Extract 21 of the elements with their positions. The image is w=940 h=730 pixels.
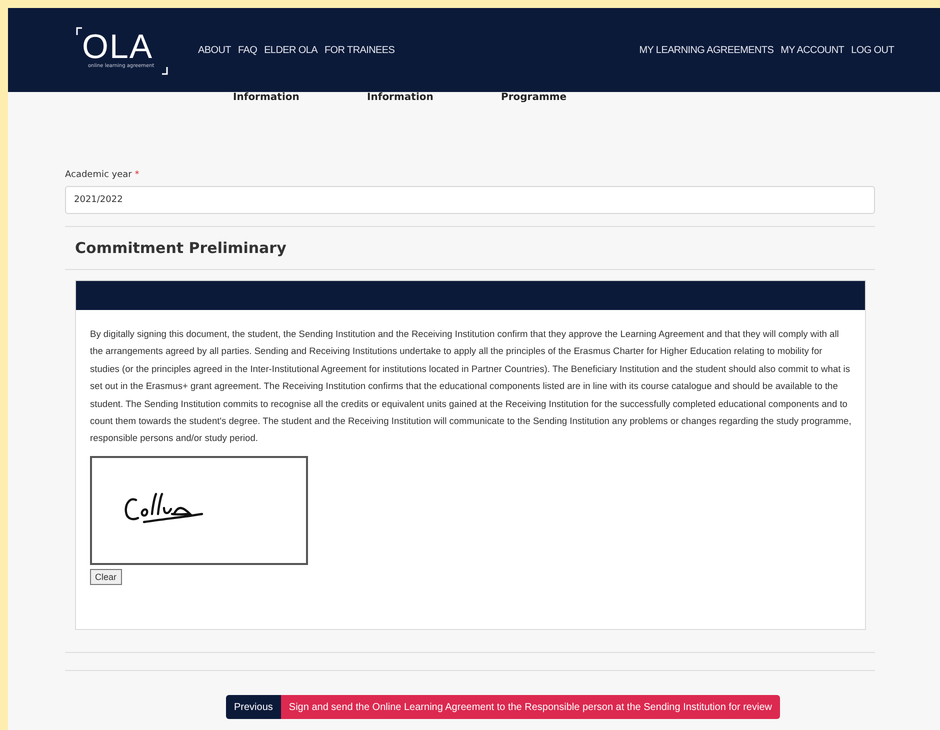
nav-link[interactable]: MY ACCOUNT xyxy=(780,44,844,56)
academic-year-field[interactable]: 2021/2022 xyxy=(65,186,875,214)
step-label[interactable]: Information xyxy=(367,92,501,108)
nav-link[interactable]: MY LEARNING AGREEMENTS xyxy=(639,44,774,56)
field-label: Academic year * xyxy=(65,170,140,180)
step-label[interactable]: Information xyxy=(233,92,367,108)
section-title: Commitment Preliminary xyxy=(75,239,288,257)
nav-link[interactable]: FOR TRAINEES xyxy=(324,44,395,56)
logo-title: OLA xyxy=(81,31,154,63)
submit-button[interactable]: Sign and send the Online Learning Agreement to the Responsible person at the Sending Institution for review xyxy=(280,695,780,719)
nav-link[interactable]: ABOUT xyxy=(198,44,231,56)
nav-link[interactable]: FAQ xyxy=(238,44,258,56)
bracket-icon xyxy=(76,27,82,35)
previous-button[interactable]: Previous xyxy=(226,695,281,719)
signature-pad[interactable] xyxy=(90,456,308,565)
nav-link[interactable]: ELDER OLA xyxy=(264,44,318,56)
commitment-paragraph: By digitally signing this document, the student, the Sending Institution and the Receiving Institution confirm that they approve the Learning Agreement and that they will comply with all the arrangements agreed by all parties. Sending and Receiving Institutions undertake to apply all the principles of the Erasmus Charter for Higher Education relating to mobility for studies (or the principles agreed in the Inter-Institutional Agreement for institutions located in Partner Countries). The Beneficiary Institution and the student should also commit to what is set out in the Erasmus+ grant agreement. The Receiving Institution confirms that the educational components listed are in line with its course catalogue and should be available to the student. The Sending Institution commits to recognise all the credits or equivalent units gained at the Receiving Institution for the successfully completed educational components and to count them towards the student's degree. The student and the Receiving Institution will communicate to the Sending Institution any problems or changes regarding the study programme, responsible persons and/or study period. xyxy=(89,328,852,446)
bracket-icon xyxy=(162,67,168,75)
clear-button[interactable]: Clear xyxy=(90,568,122,585)
step-label[interactable]: Programme xyxy=(501,92,635,108)
nav-link[interactable]: LOG OUT xyxy=(851,44,894,56)
